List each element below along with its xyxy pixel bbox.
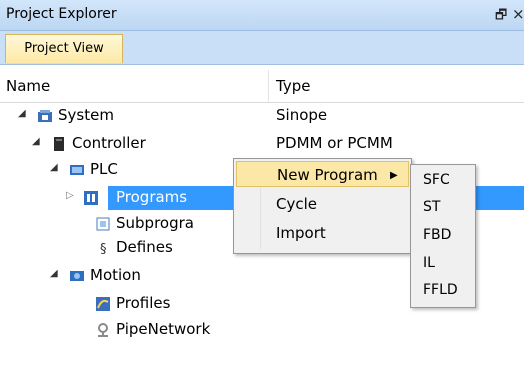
close-icon[interactable]: × (512, 5, 524, 23)
expanded-arrow-icon[interactable]: ◢ (18, 108, 26, 119)
system-icon (38, 110, 52, 122)
title-bar: Project Explorer 🗗 × (0, 0, 524, 31)
menu-item-new-program[interactable]: New Program ▶ (236, 161, 409, 187)
controller-icon (54, 137, 64, 151)
context-menu: New Program ▶ Cycle Import (233, 158, 412, 254)
tree-row-controller[interactable]: ◢ Controller PDMM or PCMM (0, 132, 524, 156)
expanded-arrow-icon[interactable]: ◢ (32, 136, 40, 147)
tree-row-pipenetwork[interactable]: PipeNetwork (0, 318, 524, 342)
tree-label: Defines (116, 238, 173, 256)
submenu-item-il[interactable]: IL (423, 255, 435, 271)
submenu-item-fbd[interactable]: FBD (423, 227, 451, 243)
new-program-submenu: SFC ST FBD IL FFLD (410, 164, 476, 308)
defines-icon: § (100, 242, 107, 256)
pin-icon[interactable]: 🗗 (495, 6, 507, 28)
column-type-header[interactable]: Type (276, 77, 310, 95)
profiles-icon (96, 297, 110, 311)
collapsed-arrow-icon[interactable]: ▷ (66, 190, 74, 201)
tree-label: PLC (90, 160, 118, 178)
tab-project-view[interactable]: Project View (5, 34, 123, 63)
tree-label: Controller (72, 134, 146, 152)
menu-item-cycle[interactable]: Cycle (236, 191, 409, 217)
submenu-item-ffld[interactable]: FFLD (423, 282, 458, 298)
plc-icon (70, 165, 84, 175)
submenu-item-sfc[interactable]: SFC (423, 172, 450, 188)
tree-label: Subprogra (116, 214, 194, 232)
column-name-header[interactable]: Name (6, 77, 50, 95)
submenu-arrow-icon: ▶ (390, 170, 398, 181)
menu-item-import[interactable]: Import (236, 220, 409, 246)
tree-label: Profiles (116, 294, 171, 312)
column-header: Name Type (0, 70, 524, 103)
subprograms-icon (96, 217, 110, 231)
column-separator[interactable] (268, 70, 269, 102)
tab-strip: Project View (0, 31, 524, 65)
pipenetwork-icon (98, 323, 108, 337)
tree-label: PipeNetwork (116, 320, 211, 338)
window-title: Project Explorer (6, 6, 117, 22)
expanded-arrow-icon[interactable]: ◢ (50, 162, 58, 173)
tree-row-system[interactable]: ◢ System Sinope (0, 104, 524, 128)
expanded-arrow-icon[interactable]: ◢ (50, 268, 58, 279)
tree-label: Programs (116, 188, 188, 206)
tree-label: Motion (90, 266, 141, 284)
motion-icon (70, 271, 84, 281)
programs-icon (84, 191, 98, 205)
submenu-item-st[interactable]: ST (423, 199, 440, 215)
tree-type: PDMM or PCMM (276, 134, 393, 152)
tree-label: System (58, 106, 114, 124)
svg-text:§: § (100, 242, 107, 256)
tree-type: Sinope (276, 106, 328, 124)
